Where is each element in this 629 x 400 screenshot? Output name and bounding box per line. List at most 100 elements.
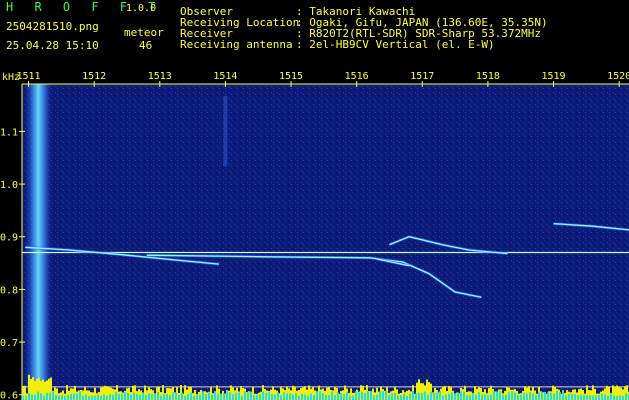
y-tick-label: 0.8 [0,285,18,296]
power-bar-cyan [88,395,90,400]
power-bar-cyan [529,392,531,400]
power-bar-cyan [418,392,420,400]
power-bar-cyan [232,394,234,400]
power-bar-cyan [316,391,318,400]
power-bar-cyan [301,394,303,400]
power-bar-cyan [460,391,462,400]
power-bar-cyan [136,393,138,400]
power-bar-cyan [508,392,510,400]
interference-band [25,84,52,400]
power-bar-cyan [313,395,315,400]
power-bar-cyan [601,393,603,400]
power-bar-cyan [193,395,195,400]
power-bar-cyan [346,392,348,400]
power-bar-cyan [172,392,174,400]
power-bar-cyan [493,391,495,400]
power-bar-cyan [34,394,36,400]
power-bar-cyan [103,394,105,400]
power-bar-cyan [130,394,132,400]
power-bar-cyan [367,391,369,400]
power-bar-cyan [517,395,519,400]
power-bar-cyan [247,392,249,400]
power-bar-cyan [235,392,237,400]
power-bar-cyan [466,395,468,400]
power-bar-cyan [370,391,372,400]
power-bar-cyan [190,392,192,400]
power-bar-cyan [70,393,72,400]
power-bar-cyan [157,391,159,400]
power-bar-cyan [67,394,69,400]
power-bar-cyan [619,395,621,400]
power-bar-cyan [448,393,450,400]
power-bar-cyan [319,391,321,400]
x-tick-label: 1517 [410,71,434,82]
power-bar-cyan [535,394,537,400]
power-bar-cyan [607,395,609,400]
power-bar-cyan [340,393,342,400]
y-tick-label: 0.9 [0,233,18,244]
power-bar-cyan [388,395,390,400]
power-bar-cyan [25,395,27,400]
power-bar-cyan [577,395,579,400]
power-bar-cyan [451,392,453,400]
power-bar-cyan [343,394,345,400]
power-bar-cyan [40,393,42,400]
power-bar-cyan [559,392,561,400]
power-bar-cyan [148,393,150,400]
power-bar-cyan [82,395,84,400]
spectrogram-chart: 1511 1512 1513 1514 1515 1516 1517 1518 1519 1520… [0,71,629,400]
power-bar-cyan [499,391,501,400]
power-bar-cyan [442,395,444,400]
power-bar-cyan [334,395,336,400]
power-bar-cyan [553,393,555,400]
power-bar-cyan [154,393,156,400]
power-bar-cyan [199,394,201,400]
power-bar-cyan [382,391,384,400]
power-bar-cyan [490,394,492,400]
power-bar-cyan [304,394,306,400]
power-bar-cyan [580,394,582,400]
power-bar-cyan [556,391,558,400]
power-bar-cyan [550,392,552,400]
power-bar-cyan [394,393,396,400]
power-bar-cyan [283,392,285,400]
power-bar-cyan [184,395,186,400]
power-bar-cyan [139,394,141,400]
power-bar-cyan [73,393,75,400]
power-bar-cyan [463,391,465,400]
power-bar-cyan [337,392,339,400]
power-bar-cyan [574,394,576,400]
power-bar-cyan [625,393,627,400]
power-bar-cyan [613,395,615,400]
power-bar-cyan [595,395,597,400]
power-bar-cyan [208,392,210,400]
power-bar-cyan [496,391,498,400]
power-bar-cyan [385,391,387,400]
power-bar-cyan [115,392,117,400]
power-bar-cyan [427,394,429,400]
power-bar-cyan [100,395,102,400]
power-bar-cyan [274,394,276,400]
power-bar-cyan [415,393,417,400]
power-bar-cyan [412,391,414,400]
power-bar-cyan [220,394,222,400]
x-tick-label: 1514 [213,71,237,82]
power-bar-cyan [445,394,447,400]
power-bar-cyan [361,391,363,400]
power-bar-cyan [127,392,129,400]
power-bar-cyan [457,392,459,400]
power-bar-cyan [133,392,135,400]
power-bar-cyan [211,394,213,400]
power-bar-cyan [400,394,402,400]
power-bar-cyan [424,391,426,400]
power-bar-cyan [268,391,270,400]
x-tick-label: 1520 [607,71,629,82]
power-bar-cyan [52,391,54,400]
power-bar-cyan [433,392,435,400]
power-bar-cyan [526,393,528,400]
power-bar-cyan [109,394,111,400]
power-bar-cyan [616,395,618,400]
power-bar-cyan [97,394,99,400]
power-bar-cyan [265,392,267,400]
power-bar-cyan [610,392,612,400]
